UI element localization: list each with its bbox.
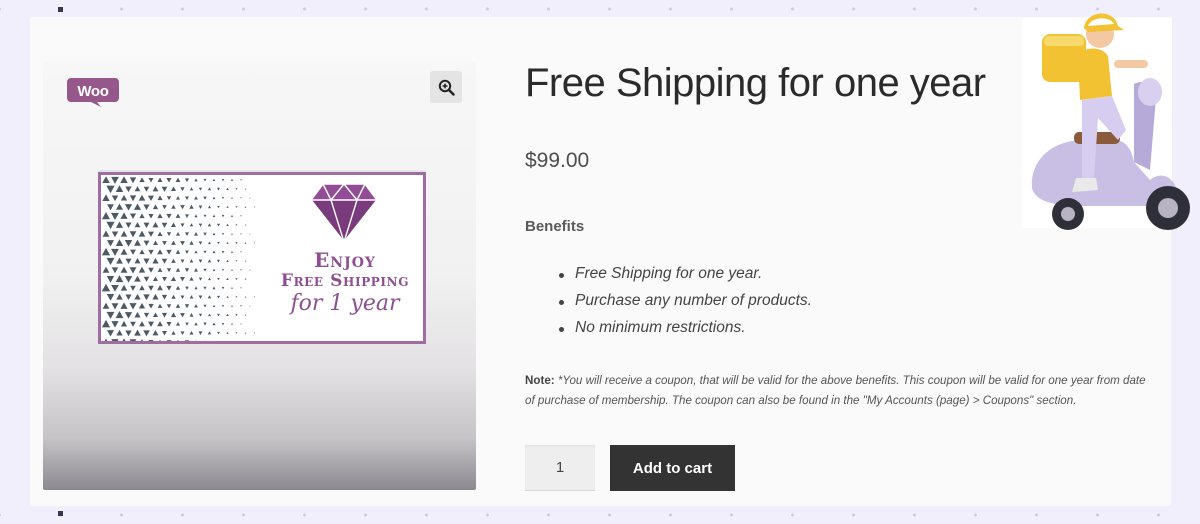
frame-dots-top xyxy=(0,0,1200,18)
magnifier-zoom-icon xyxy=(438,79,455,96)
add-to-cart-button[interactable]: Add to cart xyxy=(610,445,735,491)
delivery-scooter-illustration xyxy=(1022,13,1190,230)
frame-corner-marker xyxy=(58,7,63,12)
note-label: Note: xyxy=(525,374,555,387)
banner-line-1: Enjoy xyxy=(314,248,376,272)
promo-banner-image: Enjoy Free Shipping for 1 year xyxy=(98,170,426,344)
diamond-icon xyxy=(309,182,379,244)
note-text: *You will receive a coupon, that will be… xyxy=(525,374,1146,407)
frame-corner-marker xyxy=(58,511,63,516)
benefits-heading: Benefits xyxy=(525,218,585,235)
zoom-button[interactable] xyxy=(430,71,462,103)
product-gallery: Woo Enjoy Free Shipping for 1 year xyxy=(43,62,476,490)
product-card: Woo Enjoy Free Shipping for 1 year Free … xyxy=(30,17,1171,506)
benefit-item: Purchase any number of products. xyxy=(559,292,812,319)
product-price: $99.00 xyxy=(525,149,590,172)
quantity-input[interactable] xyxy=(525,445,595,491)
banner-line-3: for 1 year xyxy=(290,291,400,316)
banner-line-2: Free Shipping xyxy=(280,271,410,291)
benefits-list: Free Shipping for one year. Purchase any… xyxy=(559,265,812,346)
woo-logo-text: Woo xyxy=(77,83,108,100)
frame-dots-bottom xyxy=(0,506,1200,524)
benefit-item: Free Shipping for one year. xyxy=(559,265,812,292)
triangle-pattern xyxy=(101,176,256,341)
promo-banner-frame: Enjoy Free Shipping for 1 year xyxy=(98,172,426,344)
membership-note: Note: *You will receive a coupon, that w… xyxy=(525,371,1155,411)
benefit-item: No minimum restrictions. xyxy=(559,319,812,346)
woo-logo: Woo xyxy=(67,78,119,107)
product-title: Free Shipping for one year xyxy=(525,61,986,105)
